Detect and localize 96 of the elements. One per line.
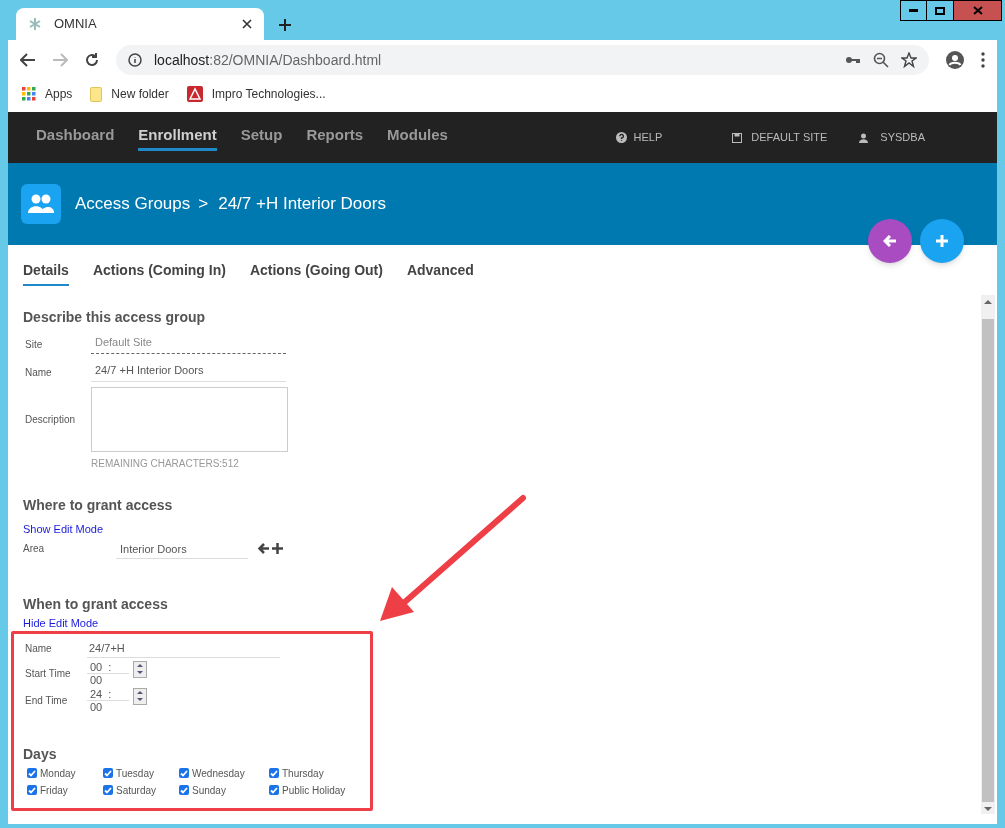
spinner-button[interactable] — [133, 660, 147, 678]
new-tab-icon[interactable] — [278, 18, 292, 32]
breadcrumb-link[interactable]: Access Groups — [75, 191, 191, 217]
down-caret-icon[interactable] — [137, 698, 143, 702]
browser-tab[interactable]: OMNIA — [16, 8, 264, 40]
help-icon — [615, 132, 627, 143]
field-label: Name — [24, 365, 53, 380]
bookmark-link[interactable]: New folder — [111, 85, 169, 103]
close-icon — [972, 6, 983, 15]
close-icon[interactable] — [242, 19, 252, 29]
up-caret-icon[interactable] — [137, 663, 143, 667]
checkbox-label: Thursday — [282, 766, 324, 781]
key-icon[interactable] — [845, 55, 861, 65]
save-icon — [732, 132, 743, 143]
nav-item[interactable]: Modules — [387, 123, 448, 152]
breadcrumb-separator: > — [198, 193, 209, 216]
zoom-out-icon[interactable] — [873, 52, 889, 68]
checkbox[interactable] — [103, 785, 113, 795]
field-label: End Time — [24, 693, 69, 708]
edit-mode-link[interactable]: Hide Edit Mode — [23, 616, 99, 630]
tab[interactable]: Actions (Going Out) — [249, 260, 383, 286]
apps-grid-icon — [22, 87, 36, 101]
tab[interactable]: Actions (Coming In) — [92, 260, 226, 286]
checkbox[interactable] — [27, 785, 37, 795]
tab[interactable]: Advanced — [406, 260, 474, 286]
checkbox[interactable] — [179, 768, 189, 778]
down-caret-icon[interactable] — [137, 671, 143, 675]
description-field[interactable] — [91, 387, 288, 452]
time-field[interactable]: 00 : 00 — [87, 660, 129, 686]
checkbox-label: Tuesday — [116, 766, 154, 781]
snowflake-icon — [28, 17, 42, 31]
bookmark-link[interactable]: Impro Technologies... — [211, 85, 326, 103]
url-text: localhost:82/OMNIA/Dashboard.html — [154, 50, 383, 70]
checkbox[interactable] — [269, 768, 279, 778]
checkbox[interactable] — [103, 768, 113, 778]
time-field[interactable]: 24 : 00 — [87, 687, 129, 713]
nav-item[interactable]: Setup — [240, 123, 283, 152]
left-arrow-icon — [883, 235, 897, 247]
user-icon — [859, 132, 869, 143]
bookmark-link[interactable]: Apps — [45, 85, 73, 103]
info-icon — [128, 53, 142, 67]
scroll-up-icon[interactable] — [984, 299, 992, 305]
back-button[interactable] — [868, 219, 912, 263]
menu-icon[interactable] — [981, 52, 985, 68]
nav-item[interactable]: Enrollment — [138, 123, 217, 152]
section-heading: Days — [23, 744, 58, 764]
site-selector[interactable]: DEFAULT SITE — [751, 129, 828, 146]
scroll-down-icon[interactable] — [984, 806, 992, 812]
checkbox-label: Monday — [40, 766, 76, 781]
group-icon — [21, 184, 61, 224]
field-label: Area — [22, 542, 46, 556]
up-caret-icon[interactable] — [137, 690, 143, 694]
left-arrow-icon[interactable] — [258, 543, 270, 554]
checkbox-label: Public Holiday — [282, 783, 346, 798]
area-field: Interior Doors — [116, 538, 248, 559]
field-label: Description — [24, 413, 77, 427]
spinner-button[interactable] — [133, 687, 147, 705]
help-link[interactable]: HELP — [633, 129, 663, 146]
user-menu[interactable]: SYSDBA — [880, 129, 925, 146]
character-counter: REMAINING CHARACTERS:512 — [91, 457, 239, 471]
scrollbar[interactable] — [981, 295, 995, 814]
checkbox-label: Friday — [40, 783, 68, 798]
back-icon[interactable] — [20, 53, 36, 67]
field-label: Name — [24, 642, 53, 656]
nav-item[interactable]: Reports — [306, 123, 364, 152]
section-heading: Where to grant access — [23, 496, 174, 515]
site-field: Default Site — [91, 334, 286, 354]
page-title: 24/7 +H Interior Doors — [218, 193, 386, 216]
plus-icon — [936, 235, 948, 247]
plus-icon[interactable] — [272, 543, 283, 554]
checkbox-label: Sunday — [192, 783, 226, 798]
schedule-name-field[interactable]: 24/7+H — [87, 639, 280, 658]
folder-icon — [90, 86, 103, 102]
close-button[interactable] — [954, 0, 1002, 21]
section-heading: When to grant access — [23, 594, 169, 614]
maximize-button[interactable] — [927, 0, 954, 21]
checkbox-label: Saturday — [116, 783, 157, 798]
edit-mode-link[interactable]: Show Edit Mode — [23, 521, 104, 538]
checkbox-label: Wednesday — [192, 766, 245, 781]
field-label: Start Time — [24, 666, 72, 681]
checkbox[interactable] — [27, 768, 37, 778]
checkbox[interactable] — [269, 785, 279, 795]
nav-item[interactable]: Dashboard — [36, 123, 115, 152]
section-heading: Describe this access group — [23, 308, 207, 327]
minimize-button[interactable] — [900, 0, 927, 21]
name-field[interactable]: 24/7 +H Interior Doors — [91, 362, 286, 382]
address-bar[interactable]: localhost:82/OMNIA/Dashboard.html — [116, 45, 929, 75]
add-button[interactable] — [920, 219, 964, 263]
account-icon[interactable] — [945, 50, 965, 70]
tab[interactable]: Details — [23, 260, 69, 286]
tab-title: OMNIA — [54, 15, 98, 34]
field-label: Site — [24, 337, 44, 352]
star-icon[interactable] — [901, 52, 917, 68]
reload-icon[interactable] — [84, 52, 100, 68]
site-logo-icon — [186, 86, 203, 102]
checkbox[interactable] — [179, 785, 189, 795]
